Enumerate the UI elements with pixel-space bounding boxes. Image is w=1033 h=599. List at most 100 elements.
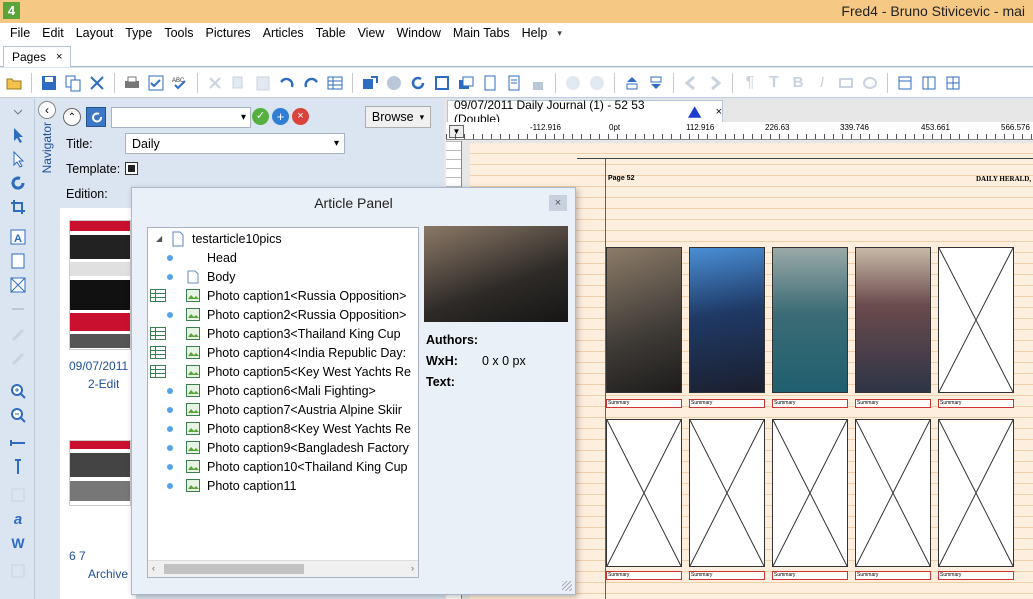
article-panel-close-icon[interactable]: × xyxy=(549,195,567,211)
export-icon[interactable] xyxy=(360,73,380,93)
crop-icon[interactable] xyxy=(8,197,28,217)
scroll-left-icon[interactable]: ‹ xyxy=(152,563,155,573)
article-panel-title[interactable]: Article Panel xyxy=(132,188,575,218)
navigator-label[interactable]: Navigator xyxy=(40,122,54,173)
frame-icon[interactable] xyxy=(432,73,452,93)
menu-file[interactable]: File xyxy=(4,23,36,44)
scrollbar-thumb[interactable] xyxy=(164,564,304,574)
globe-icon[interactable] xyxy=(384,73,404,93)
save-icon[interactable] xyxy=(39,73,59,93)
empty-picture-frame[interactable] xyxy=(938,247,1014,393)
summary-box[interactable]: Summary xyxy=(689,571,765,580)
tree-root[interactable]: ◢ testarticle10pics xyxy=(156,229,282,248)
tree-item[interactable]: Photo caption10<Thailand King Cup xyxy=(167,457,408,476)
horizontal-measure-icon[interactable] xyxy=(8,433,28,453)
title-select[interactable]: Daily ▾ xyxy=(125,133,345,154)
remove-icon[interactable]: × xyxy=(292,108,309,125)
tree-item[interactable]: Body xyxy=(167,267,236,286)
menu-articles[interactable]: Articles xyxy=(257,23,310,44)
summary-box[interactable]: Summary xyxy=(938,399,1014,408)
horizontal-ruler[interactable]: ▼ -112.916 0pt 112.916 226.63 339.746 45… xyxy=(446,122,1033,140)
sync-icon[interactable] xyxy=(86,107,106,127)
tree-item[interactable]: Photo caption2<Russia Opposition> xyxy=(167,305,406,324)
add-icon[interactable]: + xyxy=(272,108,289,125)
rotate-icon[interactable] xyxy=(8,173,28,193)
lock-icon[interactable] xyxy=(528,73,548,93)
tree-item[interactable]: Head xyxy=(167,248,237,267)
browse-button[interactable]: Browse ▾ xyxy=(365,106,431,128)
empty-picture-frame[interactable] xyxy=(606,419,682,567)
zoom-in-icon[interactable] xyxy=(8,381,28,401)
photo-frame-3[interactable] xyxy=(772,247,848,393)
menu-layout[interactable]: Layout xyxy=(70,23,120,44)
tab-pages-close-icon[interactable]: × xyxy=(56,51,62,63)
menu-view[interactable]: View xyxy=(352,23,391,44)
line-tool-icon[interactable] xyxy=(8,299,28,319)
undo-icon[interactable] xyxy=(277,73,297,93)
thumbnail-1[interactable] xyxy=(69,220,131,350)
menu-window[interactable]: Window xyxy=(390,23,446,44)
thumbnail-2[interactable] xyxy=(69,440,131,506)
photo-frame-4[interactable] xyxy=(855,247,931,393)
tab-pages[interactable]: Pages × xyxy=(3,46,72,67)
photo-frame-2[interactable] xyxy=(689,247,765,393)
summary-box[interactable]: Summary xyxy=(772,571,848,580)
layout-alt-icon[interactable] xyxy=(919,73,939,93)
open-icon[interactable] xyxy=(4,73,24,93)
tree-item[interactable]: Photo caption8<Key West Yachts Re xyxy=(167,419,411,438)
summary-box[interactable]: Summary xyxy=(606,571,682,580)
menu-main-tabs[interactable]: Main Tabs xyxy=(447,23,516,44)
table-icon[interactable] xyxy=(325,73,345,93)
tree-item[interactable]: Photo caption9<Bangladesh Factory xyxy=(167,438,409,457)
empty-picture-frame[interactable] xyxy=(938,419,1014,567)
tree-item[interactable]: Photo caption11 xyxy=(167,476,296,495)
menu-overflow-icon[interactable]: ▾ xyxy=(557,28,562,39)
print-icon[interactable] xyxy=(122,73,142,93)
template-checkbox[interactable] xyxy=(125,162,138,175)
menu-type[interactable]: Type xyxy=(119,23,158,44)
text-frame-icon[interactable]: A xyxy=(8,227,28,247)
tree-item[interactable]: Photo caption4<India Republic Day: xyxy=(150,343,406,362)
spellcheck-icon[interactable]: ABC xyxy=(170,73,190,93)
zoom-out-icon[interactable] xyxy=(8,405,28,425)
empty-picture-frame[interactable] xyxy=(855,419,931,567)
collapse-up-icon[interactable]: ⌃ xyxy=(63,108,81,126)
select-arrow-icon[interactable] xyxy=(8,125,28,145)
navigator-back-icon[interactable]: ‹ xyxy=(38,101,56,119)
photo-frame-1[interactable] xyxy=(606,247,682,393)
document-tab-close-icon[interactable]: × xyxy=(716,106,722,118)
empty-picture-frame[interactable] xyxy=(772,419,848,567)
summary-box[interactable]: Summary xyxy=(772,399,848,408)
summary-box[interactable]: Summary xyxy=(855,399,931,408)
resize-grip-icon[interactable] xyxy=(562,581,572,591)
confirm-icon[interactable]: ✓ xyxy=(252,108,269,125)
tree-horizontal-scrollbar[interactable]: ‹ › xyxy=(148,560,418,577)
menu-edit[interactable]: Edit xyxy=(36,23,70,44)
navigator-select[interactable]: ▾ xyxy=(111,107,251,128)
menu-tools[interactable]: Tools xyxy=(158,23,199,44)
italic-a-icon[interactable]: a xyxy=(8,509,28,529)
summary-box[interactable]: Summary xyxy=(606,399,682,408)
tab-document[interactable]: 09/07/2011 Daily Journal (1) - 52 53 (Do… xyxy=(447,98,723,126)
layers-icon[interactable] xyxy=(456,73,476,93)
summary-box[interactable]: Summary xyxy=(855,571,931,580)
copy-document-icon[interactable] xyxy=(63,73,83,93)
scroll-right-icon[interactable]: › xyxy=(411,563,414,573)
checklist-icon[interactable] xyxy=(146,73,166,93)
vertical-measure-icon[interactable] xyxy=(8,457,28,477)
tree-item[interactable]: Photo caption1<Russia Opposition> xyxy=(150,286,406,305)
menu-help[interactable]: Help xyxy=(516,23,554,44)
summary-box[interactable]: Summary xyxy=(938,571,1014,580)
tree-item[interactable]: Photo caption5<Key West Yachts Re xyxy=(150,362,411,381)
cut-icon[interactable] xyxy=(87,73,107,93)
expand-triangle-icon[interactable]: ◢ xyxy=(156,234,168,243)
layout-icon[interactable] xyxy=(895,73,915,93)
refresh-icon[interactable] xyxy=(408,73,428,93)
picture-frame-icon[interactable] xyxy=(8,275,28,295)
grid-icon[interactable] xyxy=(943,73,963,93)
tree-item[interactable]: Photo caption7<Austria Alpine Skiir xyxy=(167,400,402,419)
document-icon[interactable] xyxy=(480,73,500,93)
frame-tool-icon[interactable] xyxy=(8,251,28,271)
direct-select-icon[interactable] xyxy=(8,149,28,169)
summary-box[interactable]: Summary xyxy=(689,399,765,408)
